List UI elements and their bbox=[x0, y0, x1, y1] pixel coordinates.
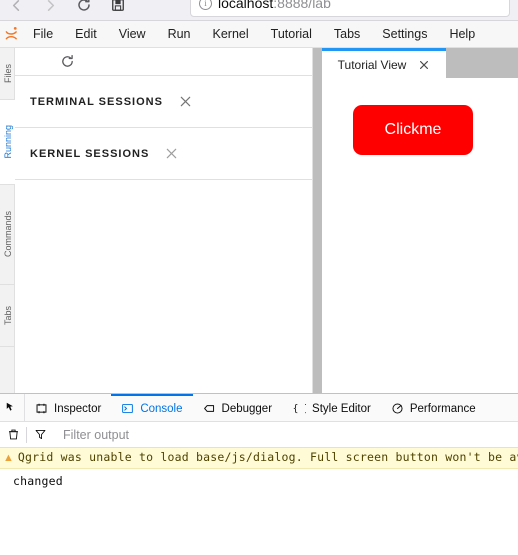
element-picker-icon[interactable] bbox=[0, 394, 25, 421]
menu-item-run[interactable]: Run bbox=[157, 23, 202, 45]
menu-item-help[interactable]: Help bbox=[438, 23, 486, 45]
style-editor-icon: { } bbox=[292, 402, 306, 415]
performance-icon bbox=[391, 402, 404, 415]
sidebar-item-files[interactable]: Files bbox=[0, 48, 15, 100]
menu-item-tabs[interactable]: Tabs bbox=[323, 23, 371, 45]
filter-funnel-icon bbox=[27, 428, 53, 441]
trash-icon[interactable] bbox=[0, 428, 26, 441]
sidebar-item-label: Running bbox=[2, 125, 13, 159]
browser-nav-buttons bbox=[0, 0, 130, 20]
section-title: TERMINAL SESSIONS bbox=[30, 95, 163, 108]
console-message-text: Qgrid was unable to load base/js/dialog.… bbox=[17, 450, 518, 464]
section-title: KERNEL SESSIONS bbox=[30, 147, 150, 160]
menu-item-settings[interactable]: Settings bbox=[371, 23, 438, 45]
devtools-tab-label: Console bbox=[140, 402, 183, 415]
filter-input[interactable] bbox=[53, 427, 518, 442]
terminal-sessions-section: TERMINAL SESSIONS bbox=[15, 76, 312, 128]
debugger-icon bbox=[203, 402, 216, 415]
site-info-icon[interactable]: i bbox=[199, 0, 212, 10]
running-sessions-panel: TERMINAL SESSIONS KERNEL SESSIONS bbox=[15, 48, 313, 393]
panel-splitter-handle[interactable] bbox=[313, 48, 322, 393]
console-message-warning[interactable]: ▲ Qgrid was unable to load base/js/dialo… bbox=[0, 448, 518, 469]
close-icon[interactable] bbox=[418, 59, 430, 71]
devtools-tabbar: Inspector Console Debugger { } Style Edi… bbox=[0, 394, 518, 422]
devtools-tab-debugger[interactable]: Debugger bbox=[193, 394, 283, 421]
console-filter-bar bbox=[0, 422, 518, 448]
menu-item-edit[interactable]: Edit bbox=[64, 23, 108, 45]
inspector-icon bbox=[35, 402, 48, 415]
back-arrow-icon[interactable] bbox=[4, 0, 28, 17]
menu-item-tutorial[interactable]: Tutorial bbox=[260, 23, 323, 45]
devtools-tab-label: Performance bbox=[409, 402, 476, 415]
url-text: localhost:8888/lab bbox=[218, 0, 331, 11]
devtools-tab-label: Style Editor bbox=[312, 402, 371, 415]
devtools-tab-label: Inspector bbox=[54, 402, 102, 415]
refresh-icon[interactable] bbox=[57, 52, 77, 72]
devtools-tab-inspector[interactable]: Inspector bbox=[25, 394, 111, 421]
main-dock-area: Tutorial View Clickme bbox=[322, 48, 518, 393]
sidebar-item-running[interactable]: Running bbox=[0, 100, 15, 185]
reload-icon[interactable] bbox=[72, 0, 96, 17]
browser-window: i localhost:8888/lab File Edit View Run … bbox=[0, 0, 518, 555]
menu-item-kernel[interactable]: Kernel bbox=[202, 23, 260, 45]
menu-item-file[interactable]: File bbox=[22, 23, 64, 45]
clickme-button[interactable]: Clickme bbox=[353, 105, 473, 155]
save-page-icon[interactable] bbox=[106, 0, 130, 17]
devtools-tab-label: Debugger bbox=[221, 402, 273, 415]
jupyter-logo-icon bbox=[0, 21, 22, 48]
devtools-tab-console[interactable]: Console bbox=[111, 394, 193, 421]
sidebar-item-label: Tabs bbox=[2, 305, 13, 325]
forward-arrow-icon bbox=[38, 0, 62, 17]
close-icon[interactable] bbox=[165, 147, 178, 160]
warning-triangle-icon: ▲ bbox=[3, 452, 14, 464]
console-message-text: changed bbox=[13, 474, 63, 488]
devtools-panel: Inspector Console Debugger { } Style Edi… bbox=[0, 393, 518, 555]
close-icon[interactable] bbox=[179, 95, 192, 108]
menu-item-view[interactable]: View bbox=[108, 23, 157, 45]
console-message-log[interactable]: changed bbox=[0, 469, 518, 491]
browser-chrome: i localhost:8888/lab bbox=[0, 0, 518, 21]
tab-tutorial-view[interactable]: Tutorial View bbox=[322, 48, 446, 78]
devtools-tab-performance[interactable]: Performance bbox=[381, 394, 486, 421]
devtools-tab-style-editor[interactable]: { } Style Editor bbox=[282, 394, 381, 421]
sidebar-item-commands[interactable]: Commands bbox=[0, 185, 15, 285]
sidebar-activity-bar: Files Running Commands Tabs bbox=[0, 48, 15, 393]
console-icon bbox=[121, 402, 134, 415]
tutorial-view-content: Clickme bbox=[322, 78, 518, 393]
url-bar[interactable]: i localhost:8888/lab bbox=[190, 0, 510, 17]
tab-label: Tutorial View bbox=[337, 57, 407, 72]
svg-text:{ }: { } bbox=[293, 404, 306, 415]
panel-toolbar bbox=[15, 48, 312, 76]
menu-items: File Edit View Run Kernel Tutorial Tabs … bbox=[22, 23, 486, 45]
jupyterlab-menubar: File Edit View Run Kernel Tutorial Tabs … bbox=[0, 21, 518, 48]
dock-tabbar: Tutorial View bbox=[322, 48, 518, 78]
sidebar-item-tabs[interactable]: Tabs bbox=[0, 285, 15, 347]
kernel-sessions-section: KERNEL SESSIONS bbox=[15, 128, 312, 180]
console-output: ▲ Qgrid was unable to load base/js/dialo… bbox=[0, 448, 518, 491]
sidebar-item-label: Files bbox=[2, 63, 13, 83]
sidebar-item-label: Commands bbox=[2, 211, 13, 258]
